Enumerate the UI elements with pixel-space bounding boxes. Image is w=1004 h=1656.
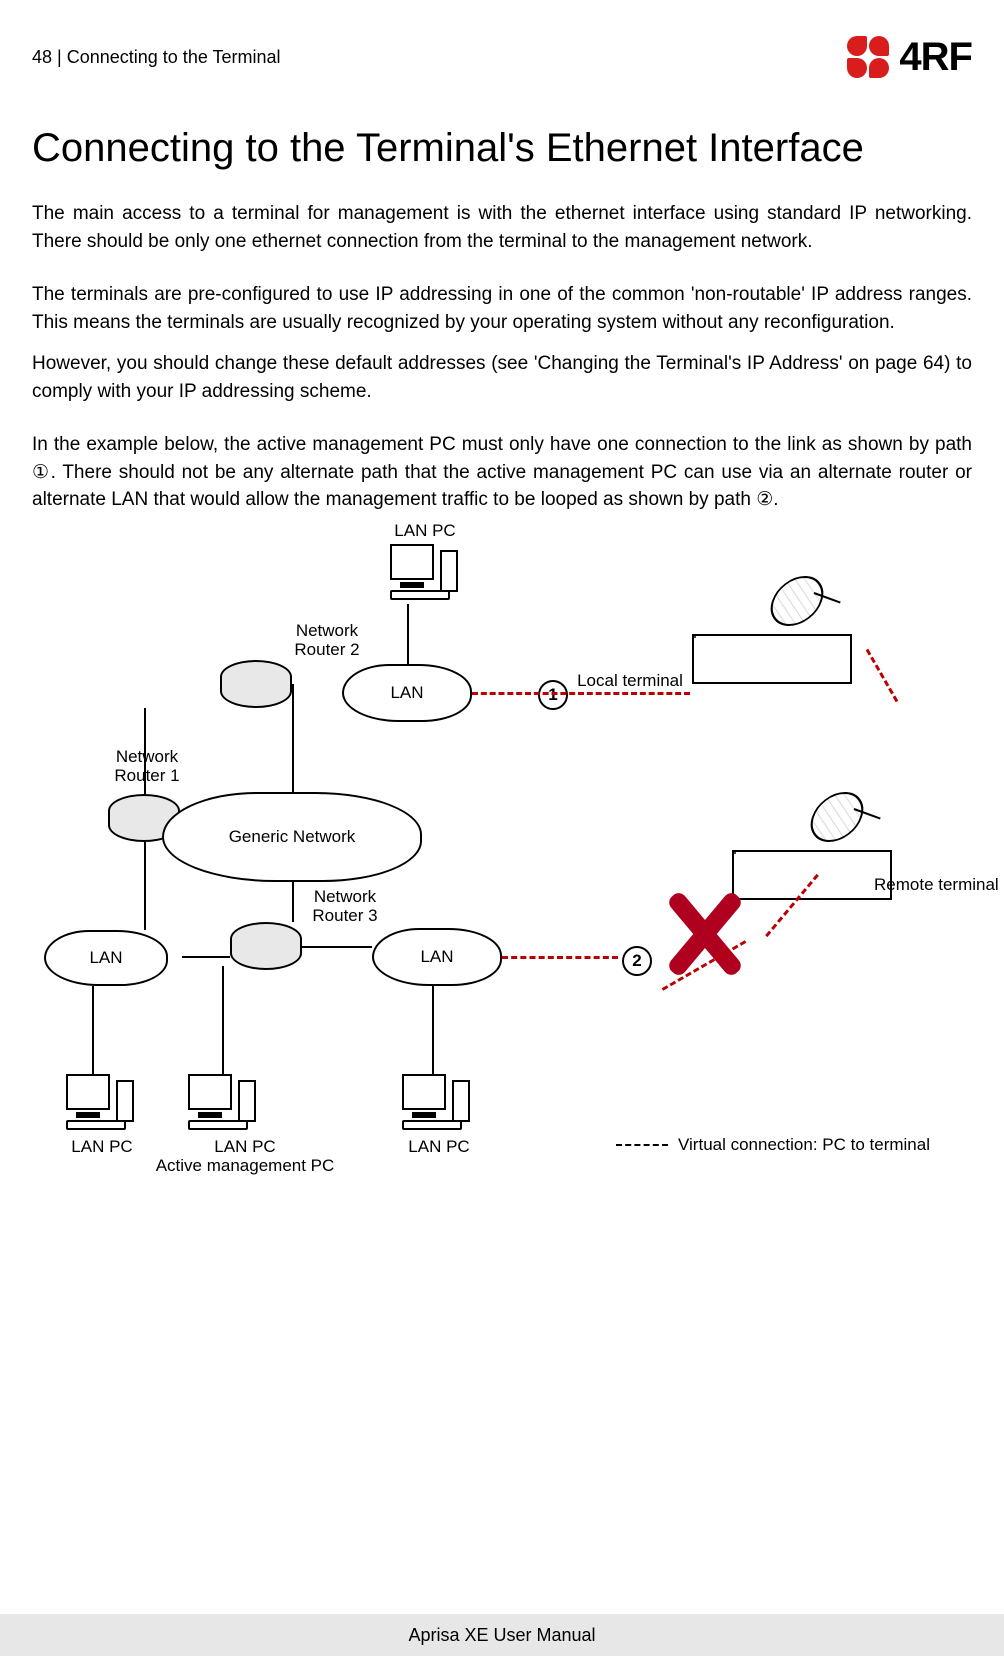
network-diagram: LAN PC Network Router 2 LAN 1 Local term… bbox=[32, 534, 972, 1234]
generic-network-label: Generic Network bbox=[229, 827, 356, 847]
router-1-label: Network Router 1 bbox=[102, 748, 192, 785]
lan-cloud-mid-label: LAN bbox=[420, 947, 453, 967]
brand-logo: 4RF bbox=[847, 35, 972, 80]
header-page-section: 48 | Connecting to the Terminal bbox=[32, 47, 281, 68]
local-terminal-box bbox=[692, 634, 852, 684]
lan-cloud-top-label: LAN bbox=[390, 683, 423, 703]
lan-pc-bottom-right-icon bbox=[402, 1074, 472, 1128]
lan-pc-bottom-right-label: LAN PC bbox=[394, 1138, 484, 1157]
lan-cloud-mid: LAN bbox=[372, 928, 502, 986]
paragraph-3: However, you should change these default… bbox=[32, 350, 972, 405]
page-number: 48 bbox=[32, 47, 52, 67]
lan-cloud-left: LAN bbox=[44, 930, 168, 986]
lan-pc-bottom-left-label: LAN PC bbox=[62, 1138, 142, 1157]
path-1-number: 1 bbox=[548, 685, 557, 705]
lan-pc-bottom-left-icon bbox=[66, 1074, 136, 1128]
brand-name: 4RF bbox=[899, 35, 972, 80]
remote-terminal-antenna-icon bbox=[812, 792, 886, 846]
page-header: 48 | Connecting to the Terminal 4RF bbox=[32, 30, 972, 84]
header-sep: | bbox=[57, 47, 67, 67]
router-3-label: Network Router 3 bbox=[300, 888, 390, 925]
lan-pc-bottom-center-label: LAN PC Active management PC bbox=[150, 1138, 340, 1175]
local-terminal-antenna-icon bbox=[772, 576, 846, 630]
path-2-number: 2 bbox=[632, 951, 641, 971]
local-terminal-label: Local terminal bbox=[570, 672, 690, 691]
generic-network-cloud: Generic Network bbox=[162, 792, 422, 882]
brand-petal-icon bbox=[847, 36, 889, 78]
lan-pc-top-label: LAN PC bbox=[380, 522, 470, 541]
header-section: Connecting to the Terminal bbox=[67, 47, 281, 67]
lan-cloud-left-label: LAN bbox=[89, 948, 122, 968]
legend-dash-icon bbox=[616, 1144, 668, 1146]
lan-pc-bottom-center-icon bbox=[188, 1074, 258, 1128]
paragraph-4: In the example below, the active managem… bbox=[32, 431, 972, 514]
remote-terminal-box bbox=[732, 850, 892, 900]
footer-text: Aprisa XE User Manual bbox=[408, 1625, 595, 1646]
paragraph-1: The main access to a terminal for manage… bbox=[32, 200, 972, 255]
router-3-icon bbox=[230, 922, 302, 970]
section-title: Connecting to the Terminal's Ethernet In… bbox=[32, 124, 972, 172]
legend-virtual-label: Virtual connection: PC to terminal bbox=[678, 1136, 968, 1155]
path-1-bubble: 1 bbox=[538, 680, 568, 710]
page: 48 | Connecting to the Terminal 4RF Conn… bbox=[0, 0, 1004, 1656]
router-2-label: Network Router 2 bbox=[282, 622, 372, 659]
footer-bar: Aprisa XE User Manual bbox=[0, 1614, 1004, 1656]
remote-terminal-label: Remote terminal bbox=[874, 876, 1004, 895]
path-2-bubble: 2 bbox=[622, 946, 652, 976]
router-2-icon bbox=[220, 660, 292, 708]
lan-pc-top-icon bbox=[390, 544, 460, 598]
lan-cloud-top: LAN bbox=[342, 664, 472, 722]
paragraph-2: The terminals are pre-configured to use … bbox=[32, 281, 972, 336]
